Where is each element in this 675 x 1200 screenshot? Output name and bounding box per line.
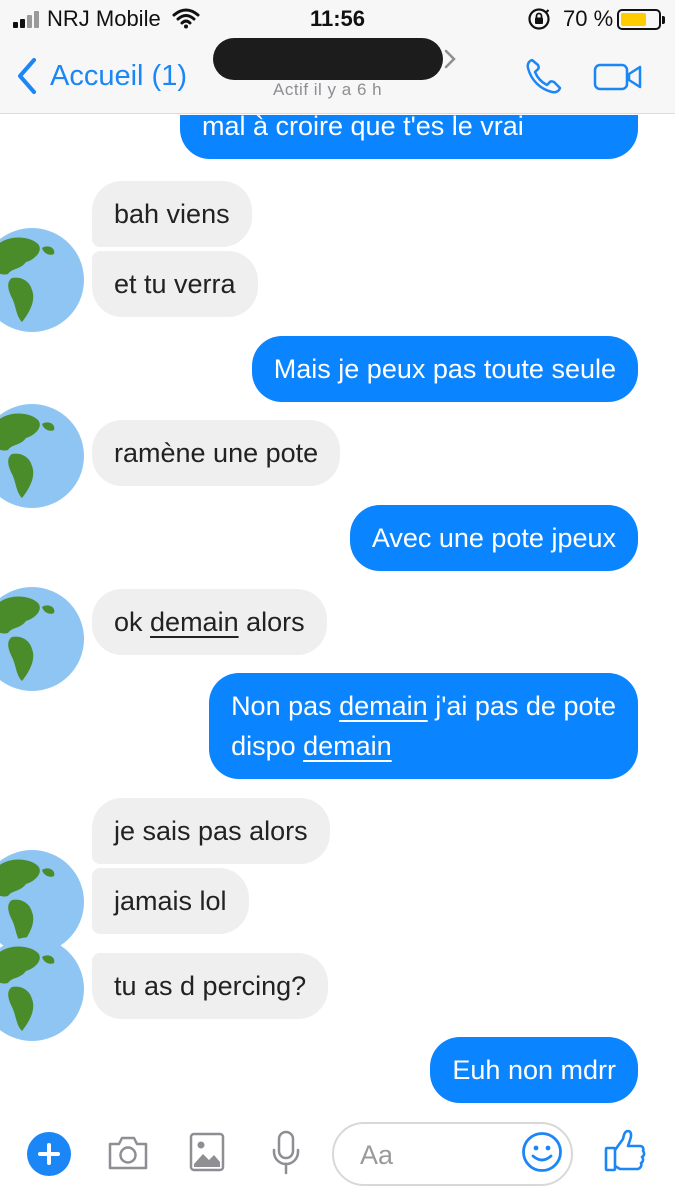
message-incoming[interactable]: ok demain alors xyxy=(92,589,327,655)
contact-avatar-globe-icon[interactable] xyxy=(0,402,86,510)
rotation-lock-icon xyxy=(528,8,550,30)
chevron-right-icon[interactable] xyxy=(443,48,457,70)
message-text: Avec une pote jpeux xyxy=(371,523,616,553)
emoji-icon[interactable] xyxy=(521,1131,563,1173)
phone-icon[interactable] xyxy=(523,56,565,96)
message-text-part: Non pas xyxy=(231,691,340,721)
battery-fill xyxy=(621,13,647,26)
plus-icon[interactable] xyxy=(27,1132,71,1176)
back-button[interactable]: Accueil (1) xyxy=(50,60,187,93)
message-text-part: alors xyxy=(238,607,305,637)
battery-nub xyxy=(662,16,665,24)
message-text: Mais je peux pas toute seule xyxy=(273,354,616,384)
message-composer: Aa xyxy=(0,1110,675,1200)
contact-avatar-globe-icon[interactable] xyxy=(0,585,86,693)
detected-date-link[interactable]: demain xyxy=(303,731,392,761)
camera-icon[interactable] xyxy=(106,1134,150,1172)
message-thread[interactable]: mal à croire que t'es le vrai bah viens … xyxy=(0,115,675,1110)
status-bar: NRJ Mobile 11:56 70 % xyxy=(0,0,675,38)
message-text: tu as d percing? xyxy=(114,971,307,1001)
message-line: dispo demain xyxy=(231,726,616,766)
active-status: Actif il y a 6 h xyxy=(273,80,383,99)
contact-name-redacted[interactable] xyxy=(213,38,443,80)
thumbs-up-icon[interactable] xyxy=(604,1128,646,1174)
battery-icon xyxy=(617,9,665,30)
contact-avatar-globe-icon[interactable] xyxy=(0,226,86,334)
message-outgoing[interactable]: Mais je peux pas toute seule xyxy=(251,336,638,402)
message-text: et tu verra xyxy=(114,269,236,299)
message-text: Euh non mdrr xyxy=(452,1055,616,1085)
message-text: je sais pas alors xyxy=(114,816,308,846)
image-icon[interactable] xyxy=(189,1132,225,1172)
message-text-part: j'ai pas de pote xyxy=(427,691,616,721)
message-text: ramène une pote xyxy=(114,438,319,468)
message-outgoing[interactable]: Non pas demain j'ai pas de pote dispo de… xyxy=(209,673,638,779)
message-input-placeholder: Aa xyxy=(360,1140,394,1170)
video-camera-icon[interactable] xyxy=(593,62,643,92)
message-outgoing[interactable]: Avec une pote jpeux xyxy=(349,505,638,571)
message-incoming[interactable]: ramène une pote xyxy=(92,420,341,486)
message-outgoing[interactable]: Euh non mdrr xyxy=(430,1037,638,1103)
conversation-header: Accueil (1) Actif il y a 6 h xyxy=(0,38,675,114)
message-text-part: ok xyxy=(114,607,151,637)
message-outgoing[interactable]: mal à croire que t'es le vrai xyxy=(180,115,638,159)
back-chevron-icon[interactable] xyxy=(14,56,40,96)
microphone-icon[interactable] xyxy=(270,1130,302,1176)
message-incoming[interactable]: bah viens xyxy=(92,181,252,247)
message-text-part: dispo xyxy=(231,731,304,761)
message-incoming[interactable]: je sais pas alors xyxy=(92,798,330,864)
message-line: Non pas demain j'ai pas de pote xyxy=(231,686,616,726)
message-incoming[interactable]: jamais lol xyxy=(92,868,249,934)
detected-date-link[interactable]: demain xyxy=(150,607,239,637)
message-incoming[interactable]: et tu verra xyxy=(92,251,258,317)
detected-date-link[interactable]: demain xyxy=(339,691,428,721)
battery-percent: 70 % xyxy=(563,6,614,31)
message-text: mal à croire que t'es le vrai xyxy=(202,115,524,141)
contact-avatar-globe-icon[interactable] xyxy=(0,935,86,1043)
message-text: jamais lol xyxy=(114,886,227,916)
message-text: bah viens xyxy=(114,199,230,229)
message-incoming[interactable]: tu as d percing? xyxy=(92,953,329,1019)
